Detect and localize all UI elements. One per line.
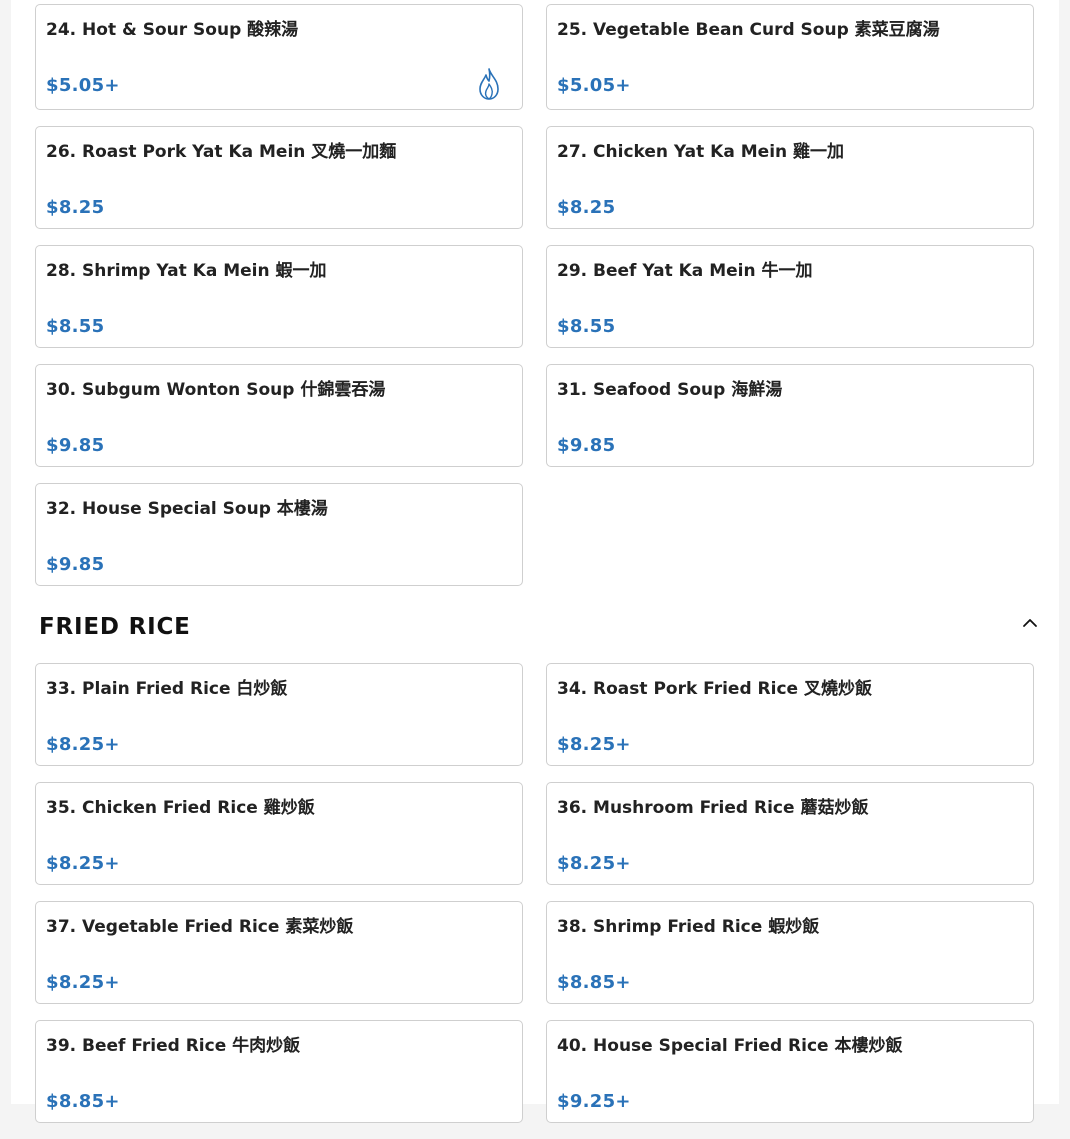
fried-rice-section-header[interactable]: FRIED RICE [39,612,1045,646]
item-price: $8.25 [557,197,616,218]
item-name: 40. House Special Fried Rice 本樓炒飯 [557,1036,903,1056]
item-name: 38. Shrimp Fried Rice 蝦炒飯 [557,917,820,937]
menu-item-card[interactable]: 38. Shrimp Fried Rice 蝦炒飯 $8.85+ [546,901,1034,1004]
item-name: 34. Roast Pork Fried Rice 叉燒炒飯 [557,679,872,699]
item-price: $8.85+ [557,972,631,993]
menu-item-card[interactable]: 26. Roast Pork Yat Ka Mein 叉燒一加麵 $8.25 [35,126,523,229]
menu-item-card[interactable]: 40. House Special Fried Rice 本樓炒飯 $9.25+ [546,1020,1034,1123]
soup-items-grid: 24. Hot & Sour Soup 酸辣湯 $5.05+ 25. Veget… [35,4,1034,602]
menu-item-card[interactable]: 32. House Special Soup 本樓湯 $9.85 [35,483,523,586]
menu-item-card[interactable]: 30. Subgum Wonton Soup 什錦雲吞湯 $9.85 [35,364,523,467]
fried-rice-items-grid: 33. Plain Fried Rice 白炒飯 $8.25+ 34. Roas… [35,663,1034,1139]
item-price: $8.85+ [46,1091,120,1112]
item-name: 25. Vegetable Bean Curd Soup 素菜豆腐湯 [557,20,940,40]
menu-item-card[interactable]: 37. Vegetable Fried Rice 素菜炒飯 $8.25+ [35,901,523,1004]
item-name: 35. Chicken Fried Rice 雞炒飯 [46,798,315,818]
item-name: 30. Subgum Wonton Soup 什錦雲吞湯 [46,380,386,400]
item-price: $8.25+ [557,734,631,755]
menu-item-card[interactable]: 25. Vegetable Bean Curd Soup 素菜豆腐湯 $5.05… [546,4,1034,110]
menu-item-card[interactable]: 27. Chicken Yat Ka Mein 雞一加 $8.25 [546,126,1034,229]
item-name: 33. Plain Fried Rice 白炒飯 [46,679,288,699]
item-name: 24. Hot & Sour Soup 酸辣湯 [46,20,299,40]
item-price: $8.25+ [46,734,120,755]
item-price: $8.25 [46,197,105,218]
item-name: 36. Mushroom Fried Rice 蘑菇炒飯 [557,798,869,818]
menu-item-card[interactable]: 34. Roast Pork Fried Rice 叉燒炒飯 $8.25+ [546,663,1034,766]
item-name: 28. Shrimp Yat Ka Mein 蝦一加 [46,261,327,281]
item-price: $5.05+ [557,75,631,96]
item-price: $5.05+ [46,75,120,96]
spicy-flame-icon [479,68,499,100]
menu-item-card[interactable]: 31. Seafood Soup 海鮮湯 $9.85 [546,364,1034,467]
item-name: 26. Roast Pork Yat Ka Mein 叉燒一加麵 [46,142,397,162]
item-price: $9.85 [557,435,616,456]
menu-item-card[interactable]: 29. Beef Yat Ka Mein 牛一加 $8.55 [546,245,1034,348]
item-name: 32. House Special Soup 本樓湯 [46,499,328,519]
menu-item-card[interactable]: 28. Shrimp Yat Ka Mein 蝦一加 $8.55 [35,245,523,348]
section-title: FRIED RICE [39,614,191,640]
item-price: $9.25+ [557,1091,631,1112]
item-price: $9.85 [46,554,105,575]
item-name: 37. Vegetable Fried Rice 素菜炒飯 [46,917,354,937]
item-name: 31. Seafood Soup 海鮮湯 [557,380,783,400]
item-price: $9.85 [46,435,105,456]
item-price: $8.25+ [557,853,631,874]
item-price: $8.55 [557,316,616,337]
item-name: 39. Beef Fried Rice 牛肉炒飯 [46,1036,301,1056]
menu-item-card[interactable]: 35. Chicken Fried Rice 雞炒飯 $8.25+ [35,782,523,885]
item-price: $8.55 [46,316,105,337]
item-name: 27. Chicken Yat Ka Mein 雞一加 [557,142,845,162]
item-name: 29. Beef Yat Ka Mein 牛一加 [557,261,813,281]
item-price: $8.25+ [46,972,120,993]
menu-item-card[interactable]: 39. Beef Fried Rice 牛肉炒飯 $8.85+ [35,1020,523,1123]
menu-page: 24. Hot & Sour Soup 酸辣湯 $5.05+ 25. Veget… [11,0,1059,1123]
menu-item-card[interactable]: 36. Mushroom Fried Rice 蘑菇炒飯 $8.25+ [546,782,1034,885]
menu-item-card[interactable]: 33. Plain Fried Rice 白炒飯 $8.25+ [35,663,523,766]
chevron-up-icon[interactable] [1015,612,1045,632]
menu-item-card[interactable]: 24. Hot & Sour Soup 酸辣湯 $5.05+ [35,4,523,110]
item-price: $8.25+ [46,853,120,874]
